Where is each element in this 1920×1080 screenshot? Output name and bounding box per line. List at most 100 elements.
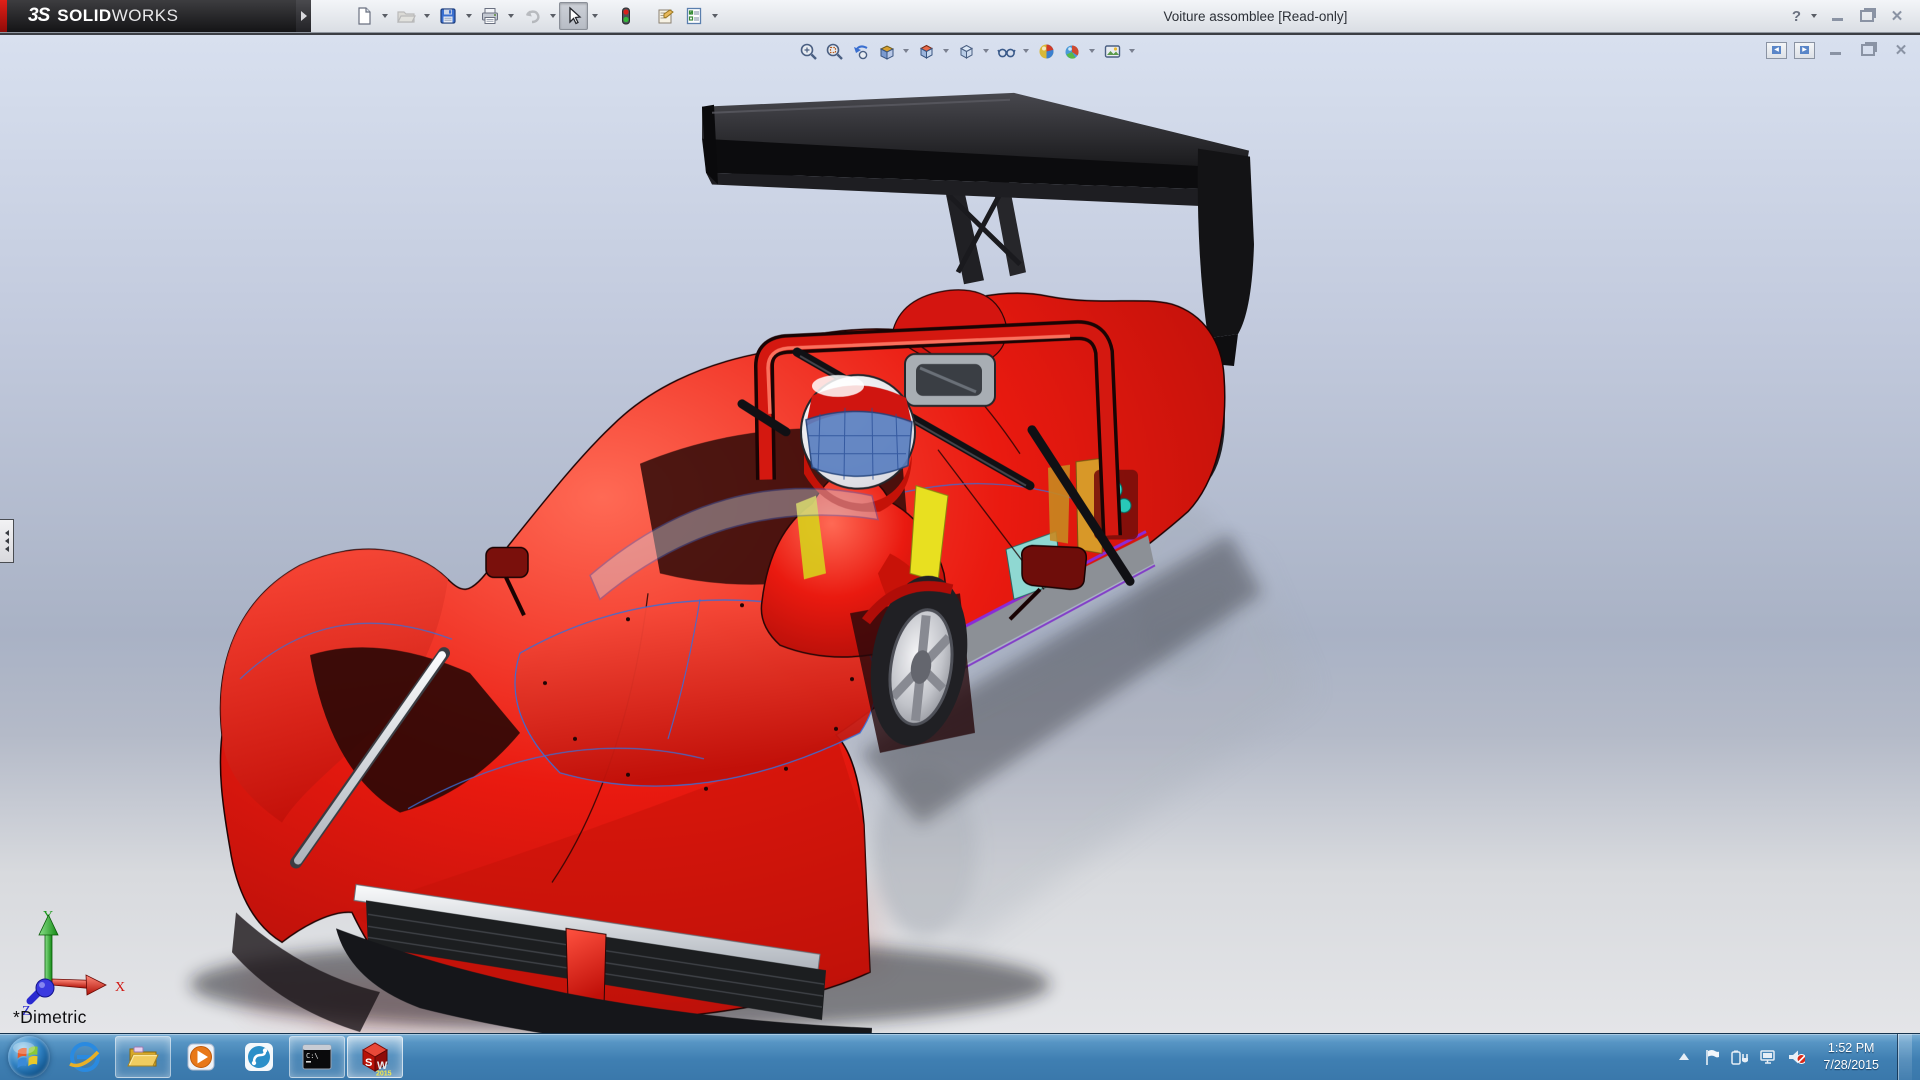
triad-x-label: X bbox=[115, 980, 125, 995]
zoom-to-area-button[interactable] bbox=[822, 39, 846, 63]
undo-button[interactable] bbox=[517, 2, 546, 30]
minimize-button[interactable] bbox=[1824, 7, 1850, 25]
options-list-icon bbox=[684, 6, 704, 26]
taskbar-solidworks[interactable]: S W 2015 bbox=[347, 1036, 403, 1078]
view-orientation-dropdown[interactable] bbox=[943, 49, 949, 53]
save-dropdown[interactable] bbox=[462, 3, 475, 29]
view-orientation-button[interactable] bbox=[914, 39, 938, 63]
show-hidden-icons-button[interactable] bbox=[1675, 1048, 1693, 1066]
restore-button[interactable] bbox=[1854, 7, 1880, 25]
brand-solid: SOLID bbox=[57, 6, 111, 26]
display-style-dropdown[interactable] bbox=[983, 49, 989, 53]
show-right-pane-button[interactable]: ▶ bbox=[1794, 42, 1815, 59]
save-button[interactable] bbox=[433, 2, 462, 30]
sw-badge-2015: 2015 bbox=[376, 1071, 392, 1077]
minimize-icon bbox=[1832, 18, 1843, 21]
print-button[interactable] bbox=[475, 2, 504, 30]
3d-model-view[interactable] bbox=[0, 35, 1920, 1034]
headsup-view-toolbar bbox=[796, 39, 1138, 63]
view-orientation-label: *Dimetric bbox=[13, 1007, 87, 1028]
view-settings-icon bbox=[1103, 42, 1122, 61]
up-arrow-icon bbox=[1678, 1052, 1690, 1062]
blue-share-app-icon bbox=[241, 1039, 277, 1075]
zoom-to-fit-button[interactable] bbox=[796, 39, 820, 63]
network-monitor-icon bbox=[1759, 1049, 1777, 1065]
media-player-icon bbox=[183, 1039, 219, 1075]
section-view-button[interactable] bbox=[874, 39, 898, 63]
right-mirror bbox=[1022, 545, 1087, 589]
help-button[interactable]: ? bbox=[1790, 8, 1803, 25]
view-settings-dropdown[interactable] bbox=[1129, 49, 1135, 53]
taskbar-internet-explorer[interactable] bbox=[57, 1036, 113, 1078]
previous-view-button[interactable] bbox=[848, 39, 872, 63]
show-desktop-button[interactable] bbox=[1897, 1034, 1912, 1080]
display-style-icon bbox=[957, 42, 976, 61]
taskbar-clock[interactable]: 1:52 PM 7/28/2015 bbox=[1815, 1040, 1887, 1075]
new-document-dropdown[interactable] bbox=[378, 3, 391, 29]
sw-letter-s: S bbox=[365, 1057, 372, 1069]
eyeglasses-icon bbox=[997, 42, 1016, 61]
new-document-icon bbox=[354, 6, 374, 26]
file-properties-button[interactable] bbox=[650, 2, 679, 30]
internet-explorer-icon bbox=[67, 1039, 103, 1075]
solidworks-app-icon: S W 2015 bbox=[356, 1038, 394, 1076]
open-dropdown[interactable] bbox=[420, 3, 433, 29]
help-dropdown[interactable] bbox=[1807, 3, 1820, 29]
network-status-button[interactable] bbox=[1759, 1048, 1777, 1066]
edit-appearance-button[interactable] bbox=[1034, 39, 1058, 63]
select-dropdown[interactable] bbox=[588, 3, 601, 29]
print-dropdown[interactable] bbox=[504, 3, 517, 29]
doc-restore-button[interactable] bbox=[1855, 41, 1881, 59]
taskbar-blue-share-app[interactable] bbox=[231, 1036, 287, 1078]
flag-icon bbox=[1704, 1049, 1720, 1066]
clock-time: 1:52 PM bbox=[1823, 1040, 1879, 1058]
taskbar-media-player[interactable] bbox=[173, 1036, 229, 1078]
hide-show-items-button[interactable] bbox=[994, 39, 1018, 63]
options-button[interactable] bbox=[679, 2, 708, 30]
doc-restore-icon bbox=[1861, 44, 1875, 56]
section-view-icon bbox=[877, 42, 896, 61]
graphics-area[interactable]: ◀ ▶ ✕ Y X Z *Dimetric bbox=[0, 32, 1920, 1034]
file-properties-icon bbox=[655, 6, 675, 26]
display-style-button[interactable] bbox=[954, 39, 978, 63]
doc-close-button[interactable]: ✕ bbox=[1888, 41, 1914, 59]
show-left-pane-button[interactable]: ◀ bbox=[1766, 42, 1787, 59]
featuremanager-collapsed-tab[interactable] bbox=[0, 519, 14, 563]
options-dropdown[interactable] bbox=[708, 3, 721, 29]
clock-date: 7/28/2015 bbox=[1823, 1057, 1879, 1075]
appearance-ball-icon bbox=[1037, 42, 1056, 61]
undo-icon bbox=[522, 6, 542, 26]
orientation-triad: Y X Z bbox=[14, 907, 134, 1022]
folder-icon bbox=[125, 1039, 161, 1075]
window-controls: ? ✕ bbox=[1790, 3, 1910, 29]
select-tool-button[interactable] bbox=[559, 2, 588, 30]
new-document-button[interactable] bbox=[349, 2, 378, 30]
taskbar-command-prompt[interactable]: C:\ bbox=[289, 1036, 345, 1078]
doc-minimize-icon bbox=[1830, 52, 1841, 55]
view-settings-button[interactable] bbox=[1100, 39, 1124, 63]
brand-works: WORKS bbox=[112, 6, 179, 26]
start-button[interactable] bbox=[8, 1036, 50, 1078]
volume-muted-button[interactable] bbox=[1787, 1048, 1805, 1066]
undo-dropdown[interactable] bbox=[546, 3, 559, 29]
rebuild-button[interactable] bbox=[611, 2, 640, 30]
taskbar-file-explorer[interactable] bbox=[115, 1036, 171, 1078]
zoom-to-fit-icon bbox=[799, 42, 818, 61]
section-view-dropdown[interactable] bbox=[903, 49, 909, 53]
close-button[interactable]: ✕ bbox=[1884, 7, 1910, 25]
view-orientation-icon bbox=[917, 42, 936, 61]
right-pane-icon: ▶ bbox=[1800, 46, 1809, 54]
close-icon: ✕ bbox=[1891, 9, 1904, 24]
action-center-flag-button[interactable] bbox=[1703, 1048, 1721, 1066]
battery-plug-icon bbox=[1731, 1049, 1749, 1065]
commandmanager-expand-button[interactable] bbox=[296, 0, 311, 32]
open-document-button[interactable] bbox=[391, 2, 420, 30]
ds-logo-glyph: 3S bbox=[28, 5, 49, 27]
apply-scene-button[interactable] bbox=[1060, 39, 1084, 63]
doc-minimize-button[interactable] bbox=[1822, 41, 1848, 59]
hide-show-items-dropdown[interactable] bbox=[1023, 49, 1029, 53]
apply-scene-dropdown[interactable] bbox=[1089, 49, 1095, 53]
power-plug-button[interactable] bbox=[1731, 1048, 1749, 1066]
solidworks-logo: 3S SOLIDWORKS bbox=[0, 0, 296, 32]
save-floppy-icon bbox=[438, 6, 458, 26]
